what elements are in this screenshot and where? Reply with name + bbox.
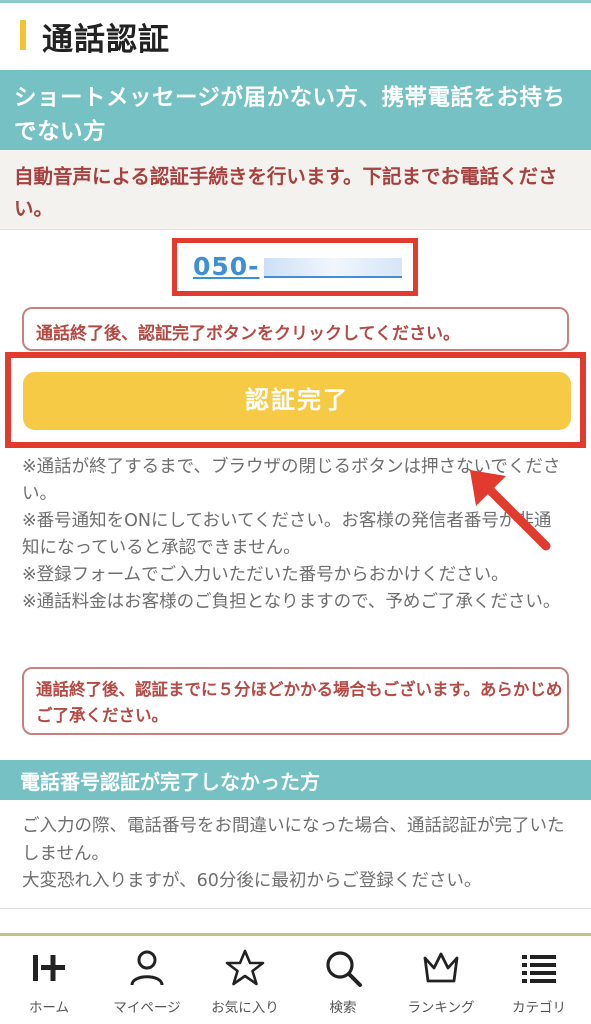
search-icon (326, 951, 362, 987)
crown-icon (423, 952, 459, 983)
star-icon (225, 949, 265, 986)
help-line: ご入力の際、電話番号をお間違いになった場合、通話認証が完了いたしません。 (22, 816, 565, 864)
tab-home[interactable]: ホーム (0, 936, 98, 1024)
tab-ranking[interactable]: ランキング (392, 936, 490, 1024)
phone-number-link[interactable]: 050- (193, 252, 402, 281)
list-icon (522, 955, 556, 983)
tab-mypage[interactable]: マイページ (98, 936, 196, 1024)
wait-time-notice: 通話終了後、認証までに５分ほどかかる場合もございます。あらかじめご了承ください。 (22, 667, 569, 735)
redacted-number (263, 258, 402, 278)
person-icon (130, 950, 164, 986)
tab-category[interactable]: カテゴリ (490, 936, 588, 1024)
red-arrow-annotation (470, 470, 551, 551)
title-accent-bar (20, 20, 26, 50)
tab-search[interactable]: 検索 (294, 936, 392, 1024)
verify-complete-button[interactable]: 認証完了 (23, 372, 571, 430)
bottom-tab-bar: ホーム マイページ お気に入り 検索 ランキング カテゴリ (0, 933, 591, 1024)
home-logo-icon (33, 955, 65, 981)
tab-favorites[interactable]: お気に入り (196, 936, 294, 1024)
help-line: 大変恐れ入りますが、60分後に最初からご登録ください。 (22, 871, 482, 891)
phone-highlight-box: 050- (172, 238, 418, 296)
section-header: ショートメッセージが届かない方、携帯電話をお持ちでない方 (0, 70, 591, 150)
note-item: ※登録フォームでご入力いただいた番号からおかけください。 (22, 565, 509, 585)
auto-voice-notice: 自動音声による認証手続きを行います。下記までお電話ください。 (0, 150, 591, 230)
divider (0, 908, 591, 909)
help-text: ご入力の際、電話番号をお間違いになった場合、通話認証が完了いたしません。 大変恐… (22, 813, 572, 896)
tab-label: ホーム (28, 1000, 70, 1016)
page-header: 通話認証 (0, 3, 591, 69)
page-title: 通話認証 (42, 22, 170, 58)
phone-prefix: 050- (193, 252, 260, 281)
tab-label: マイページ (113, 1000, 181, 1016)
tab-label: カテゴリ (512, 1000, 566, 1016)
note-item: ※通話料金はお客様のご負担となりますので、予めご了承ください。 (22, 592, 561, 612)
button-highlight-box: 認証完了 (5, 352, 586, 448)
tab-label: ランキング (407, 1000, 475, 1016)
call-end-instruction: 通話終了後、認証完了ボタンをクリックしてください。 (22, 307, 569, 351)
subsection-header: 電話番号認証が完了しなかった方 (0, 760, 591, 800)
tab-label: お気に入り (211, 1000, 279, 1016)
tab-label: 検索 (329, 1000, 357, 1016)
